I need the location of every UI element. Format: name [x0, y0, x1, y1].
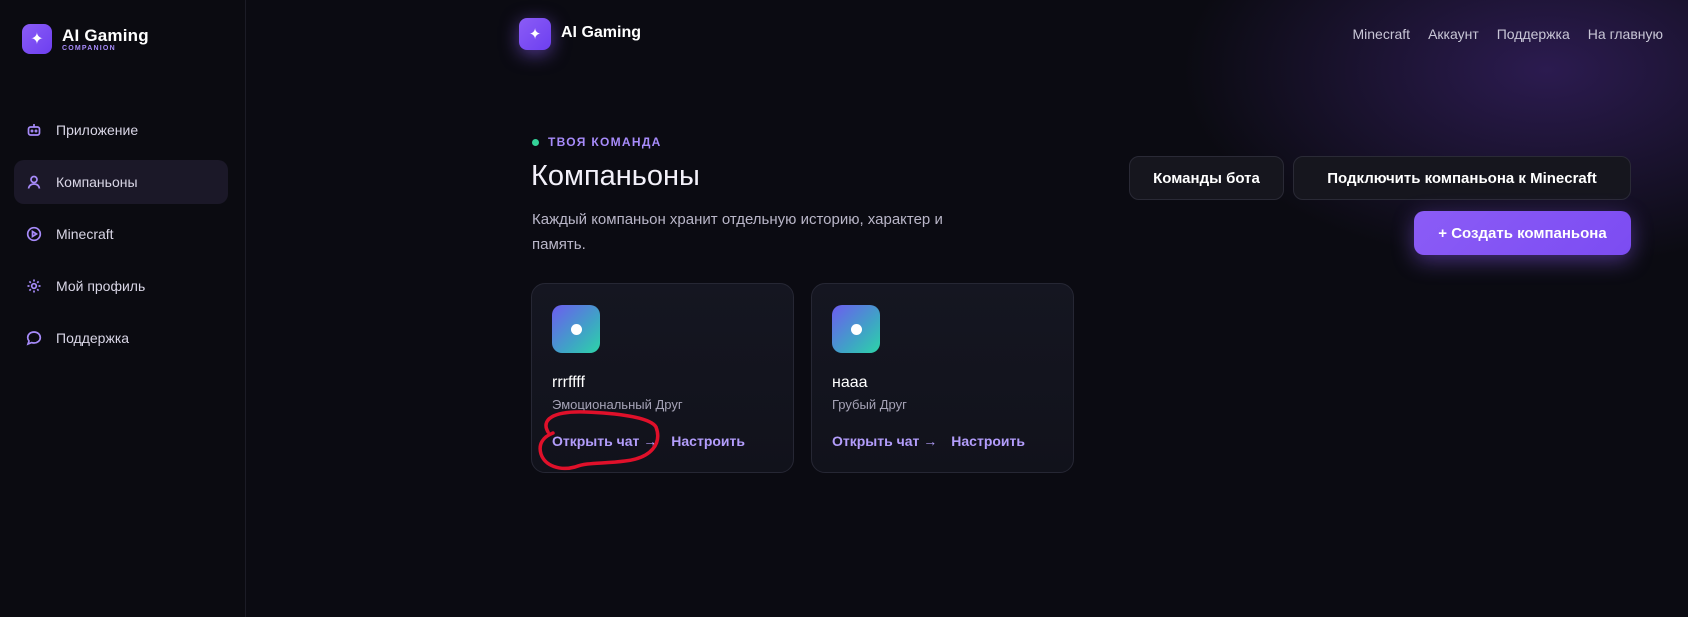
topnav-minecraft[interactable]: Minecraft — [1352, 26, 1410, 42]
gear-icon — [26, 278, 42, 294]
brand[interactable]: ✦ AI Gaming COMPANION — [22, 24, 149, 54]
main-content: ✦ AI Gaming Minecraft Аккаунт Поддержка … — [247, 0, 1688, 617]
sidebar-item-label: Minecraft — [56, 226, 114, 242]
topnav-support[interactable]: Поддержка — [1497, 26, 1570, 42]
companion-card: наaa Грубый Друг Открыть чат → Настроить — [811, 283, 1074, 473]
sidebar-item-label: Поддержка — [56, 330, 130, 346]
sidebar-item-support[interactable]: Поддержка — [14, 316, 228, 360]
topbar-title[interactable]: AI Gaming — [561, 24, 641, 42]
sparkle-icon: ✦ — [22, 24, 52, 54]
section-eyebrow: ТВОЯ КОМАНДА — [532, 135, 662, 149]
sidebar-nav: Приложение Компаньоны Minecraft Мой проф… — [14, 108, 228, 368]
play-circle-icon — [26, 226, 42, 242]
companion-name: rrrffff — [552, 374, 585, 391]
configure-link[interactable]: Настроить — [951, 433, 1025, 449]
sidebar-item-label: Компаньоны — [56, 174, 138, 190]
avatar-dot-icon — [570, 323, 582, 335]
sidebar-item-companions[interactable]: Компаньоны — [14, 160, 228, 204]
companion-avatar — [552, 305, 600, 353]
sidebar-item-label: Приложение — [56, 122, 139, 138]
page-description: Каждый компаньон хранит отдельную истори… — [532, 211, 943, 253]
topnav-home[interactable]: На главную — [1588, 26, 1663, 42]
user-icon — [26, 174, 42, 190]
sidebar: ✦ AI Gaming COMPANION Приложение Компань… — [0, 0, 246, 617]
configure-link[interactable]: Настроить — [671, 433, 745, 449]
avatar-dot-icon — [850, 323, 862, 335]
sparkle-icon[interactable]: ✦ — [519, 18, 551, 50]
page-title: Компаньоны — [531, 160, 700, 192]
bot-icon — [26, 122, 42, 138]
open-chat-link[interactable]: Открыть чат → — [832, 433, 937, 449]
open-chat-link[interactable]: Открыть чат → — [552, 433, 657, 449]
topnav-account[interactable]: Аккаунт — [1428, 26, 1479, 42]
eyebrow-label: ТВОЯ КОМАНДА — [548, 135, 662, 149]
chat-bubble-icon — [26, 330, 42, 346]
brand-title: AI Gaming — [62, 25, 149, 45]
brand-subtitle: COMPANION — [62, 44, 116, 52]
status-dot — [532, 138, 539, 146]
companion-actions: Открыть чат → Настроить — [552, 433, 745, 449]
sidebar-item-label: Мой профиль — [56, 278, 146, 294]
bot-commands-button[interactable]: Команды бота — [1129, 156, 1284, 200]
companion-avatar — [832, 305, 880, 353]
companion-actions: Открыть чат → Настроить — [832, 433, 1025, 449]
sidebar-item-profile[interactable]: Мой профиль — [14, 264, 228, 308]
sidebar-item-minecraft[interactable]: Minecraft — [14, 212, 228, 256]
connect-minecraft-button[interactable]: Подключить компаньона к Minecraft — [1293, 156, 1631, 200]
companion-role: Грубый Друг — [832, 397, 907, 412]
companion-role: Эмоциональный Друг — [552, 397, 683, 412]
companion-name: наaa — [832, 374, 868, 391]
companion-card: rrrffff Эмоциональный Друг Открыть чат →… — [531, 283, 794, 473]
sidebar-item-app[interactable]: Приложение — [14, 108, 228, 152]
create-companion-button[interactable]: + Создать компаньона — [1414, 211, 1631, 255]
top-navigation: Minecraft Аккаунт Поддержка На главную — [1352, 26, 1663, 42]
